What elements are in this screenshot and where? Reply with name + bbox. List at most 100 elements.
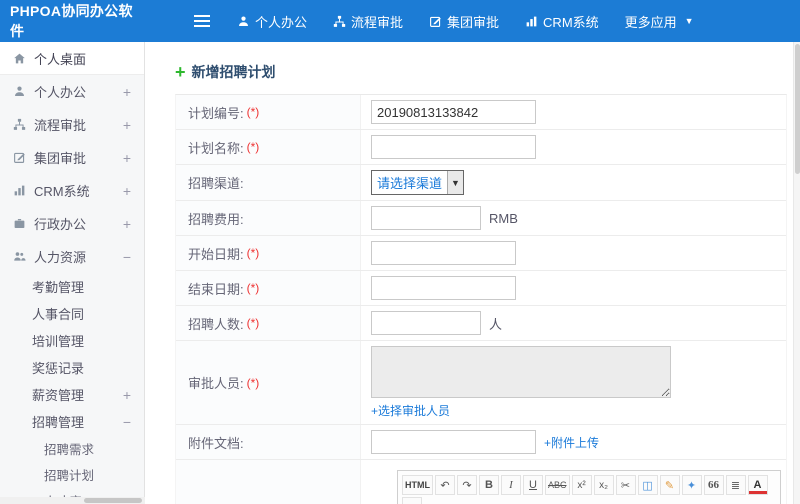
label-text: 招聘渠道: (188, 176, 244, 191)
sidebar-item-crm[interactable]: CRM系统 + (0, 174, 144, 207)
expand-plus-icon[interactable]: + (123, 183, 131, 199)
field-label: 审批人员: (*) (176, 341, 361, 424)
expand-plus-icon[interactable]: + (123, 84, 131, 100)
required-mark: (*) (246, 281, 260, 295)
label-text: 结束日期: (188, 281, 244, 297)
sidebar-item-admin-office[interactable]: 行政办公 + (0, 207, 144, 240)
nav-group-approval[interactable]: 集团审批 (416, 0, 512, 42)
subscript-button[interactable]: x₂ (593, 475, 614, 495)
sidebar-item-process-approval[interactable]: 流程审批 + (0, 108, 144, 141)
table-button[interactable]: ≣ (725, 475, 746, 495)
nav-process-approval[interactable]: 流程审批 (320, 0, 416, 42)
bold-button[interactable]: B (479, 475, 499, 495)
strikethrough-button[interactable]: ABC (545, 475, 570, 495)
attachment-input[interactable] (371, 430, 536, 454)
vertical-scrollbar[interactable] (793, 42, 800, 504)
flow-icon (333, 15, 346, 28)
end-date-input[interactable] (371, 276, 516, 300)
nav-more-apps[interactable]: 更多应用 ▼ (612, 0, 707, 42)
sidebar-item-label: 培训管理 (32, 334, 85, 349)
form-row: HTML ↶ ↷ B I U ABC x² x₂ ✂ ◫ ✎ ✦ 66 ≣ A (176, 460, 786, 504)
removeformat-button[interactable]: ✦ (681, 475, 702, 495)
sidebar-item-label: 招聘计划 (44, 468, 95, 483)
plan-name-input[interactable] (371, 135, 536, 159)
nav-label: CRM系统 (543, 14, 599, 30)
sidebar-item-hr-contract[interactable]: 人事合同 (0, 300, 144, 327)
superscript-button[interactable]: x² (571, 475, 592, 495)
sidebar-item-hr[interactable]: 人力资源 − (0, 240, 144, 273)
headcount-input[interactable] (371, 311, 481, 335)
expand-plus-icon[interactable]: + (123, 387, 131, 403)
approver-textarea[interactable] (371, 346, 671, 398)
plan-number-input[interactable] (371, 100, 536, 124)
channel-select[interactable]: 请选择渠道 ▼ (371, 170, 464, 195)
sidebar-item-label: 招聘需求 (44, 442, 95, 457)
sidebar-horizontal-scrollbar[interactable] (0, 497, 145, 504)
field-label: 计划编号: (*) (176, 95, 361, 129)
start-date-input[interactable] (371, 241, 516, 265)
choose-approver-link[interactable]: +选择审批人员 (371, 402, 450, 419)
vertical-scrollbar-thumb[interactable] (795, 44, 800, 174)
sidebar-item-recruit-demand[interactable]: 招聘需求 (0, 435, 144, 461)
form-row: 招聘渠道: 请选择渠道 ▼ (176, 165, 786, 201)
sidebar: 个人桌面 个人办公 + 流程审批 + 集团审批 + CRM系统 + 行政办公 +… (0, 42, 145, 504)
sidebar-item-label: 招聘管理 (32, 415, 85, 430)
formatpainter-button[interactable]: ✎ (659, 475, 680, 495)
blockquote-button[interactable]: 66 (703, 475, 724, 495)
required-mark: (*) (246, 375, 260, 390)
horizontal-scrollbar-thumb[interactable] (84, 498, 142, 503)
sidebar-item-recruitment[interactable]: 招聘管理 − (0, 408, 144, 435)
unit-suffix: 人 (489, 316, 503, 332)
plus-icon: + (175, 62, 186, 82)
sidebar-item-label: 奖惩记录 (32, 361, 85, 376)
sidebar-item-attendance[interactable]: 考勤管理 (0, 273, 144, 300)
sidebar-item-rewards[interactable]: 奖惩记录 (0, 354, 144, 381)
sidebar-item-desktop[interactable]: 个人桌面 (0, 42, 144, 75)
underline-button[interactable]: U (523, 475, 543, 495)
sidebar-item-recruit-plan[interactable]: 招聘计划 (0, 461, 144, 487)
hr-button[interactable]: — (402, 497, 422, 504)
edit-icon (13, 151, 26, 164)
collapse-minus-icon[interactable]: − (123, 249, 131, 265)
redo-button[interactable]: ↷ (457, 475, 477, 495)
nav-crm-system[interactable]: CRM系统 (512, 0, 612, 42)
page-title: + 新增招聘计划 (175, 62, 793, 82)
italic-button[interactable]: I (501, 475, 521, 495)
nav-personal-office[interactable]: 个人办公 (224, 0, 320, 42)
forecolor-button[interactable]: A (747, 475, 768, 495)
expand-plus-icon[interactable]: + (123, 150, 131, 166)
collapse-minus-icon[interactable]: − (123, 414, 131, 430)
field-area: +选择审批人员 (361, 341, 786, 424)
source-button[interactable]: HTML (402, 475, 433, 495)
form-row: 开始日期: (*) (176, 236, 786, 271)
home-icon (13, 52, 26, 65)
chart-icon (525, 15, 538, 28)
form-row: 审批人员: (*) +选择审批人员 (176, 341, 786, 425)
sidebar-item-personal-office[interactable]: 个人办公 + (0, 75, 144, 108)
copy-button[interactable]: ◫ (637, 475, 658, 495)
sidebar-item-label: 个人办公 (34, 85, 87, 100)
cost-input[interactable] (371, 206, 481, 230)
sidebar-item-training[interactable]: 培训管理 (0, 327, 144, 354)
field-label: 开始日期: (*) (176, 236, 361, 270)
form-row: 附件文档: +附件上传 (176, 425, 786, 460)
recruit-plan-form: 计划编号: (*) 计划名称: (*) 招聘渠道: (175, 94, 787, 504)
sidebar-item-salary[interactable]: 薪资管理 + (0, 381, 144, 408)
field-area (361, 95, 786, 129)
cut-button[interactable]: ✂ (615, 475, 636, 495)
editor-toolbar-row1: HTML ↶ ↷ B I U ABC x² x₂ ✂ ◫ ✎ ✦ 66 ≣ A (402, 474, 776, 504)
sidebar-item-label: CRM系统 (34, 184, 90, 199)
expand-plus-icon[interactable]: + (123, 216, 131, 232)
user-icon (13, 85, 26, 98)
label-text: 计划编号: (188, 105, 244, 121)
sidebar-item-label: 薪资管理 (32, 388, 85, 403)
expand-plus-icon[interactable]: + (123, 117, 131, 133)
sidebar-item-group-approval[interactable]: 集团审批 + (0, 141, 144, 174)
nav-label: 更多应用 (624, 14, 677, 30)
chevron-down-icon: ▼ (684, 16, 694, 26)
form-row: 计划名称: (*) (176, 130, 786, 165)
menu-toggle-icon[interactable] (194, 14, 210, 28)
undo-button[interactable]: ↶ (435, 475, 455, 495)
page-title-text: 新增招聘计划 (191, 64, 276, 80)
attachment-upload-link[interactable]: +附件上传 (544, 434, 599, 451)
